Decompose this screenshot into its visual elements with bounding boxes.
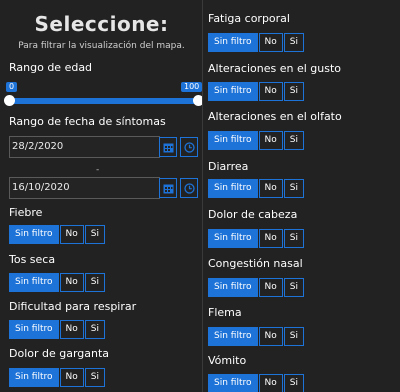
option-sin-filtro[interactable]: Sin filtro — [208, 33, 258, 52]
right-filter-column: Fatiga corporal Sin filtro No Si Alterac… — [203, 0, 400, 392]
option-sin-filtro[interactable]: Sin filtro — [208, 229, 258, 248]
filter-label-vomito: Vómito — [208, 354, 247, 367]
filter-toggle-congestion-nasal: Sin filtro No Si — [208, 278, 305, 297]
option-no[interactable]: No — [258, 33, 283, 52]
filter-label-tos-seca: Tos seca — [9, 253, 56, 266]
option-si[interactable]: Si — [84, 273, 105, 292]
end-date-input[interactable]: 16/10/2020 — [9, 177, 160, 199]
filter-label-fatiga: Fatiga corporal — [208, 12, 290, 25]
option-no[interactable]: No — [258, 82, 283, 101]
start-date-input[interactable]: 28/2/2020 — [9, 136, 160, 158]
option-sin-filtro[interactable]: Sin filtro — [208, 278, 258, 297]
clock-icon — [183, 182, 195, 194]
symptom-date-label: Rango de fecha de síntomas — [9, 115, 166, 128]
filter-label-dolor-cabeza: Dolor de cabeza — [208, 208, 298, 221]
filter-toggle-dificultad-respirar: Sin filtro No Si — [9, 320, 106, 339]
start-calendar-button[interactable] — [159, 137, 177, 157]
option-si[interactable]: Si — [283, 33, 304, 52]
filter-panel: Seleccione: Para filtrar la visualizació… — [0, 0, 400, 392]
end-clock-button[interactable] — [180, 178, 198, 198]
age-min-badge: 0 — [6, 82, 18, 92]
option-no[interactable]: No — [59, 320, 84, 339]
age-min-handle[interactable] — [4, 95, 15, 106]
option-no[interactable]: No — [59, 225, 84, 244]
option-no[interactable]: No — [258, 327, 283, 346]
option-no[interactable]: No — [59, 273, 84, 292]
option-si[interactable]: Si — [283, 131, 304, 150]
age-range-label: Rango de edad — [9, 61, 93, 74]
filter-label-olfato: Alteraciones en el olfato — [208, 110, 342, 123]
option-no[interactable]: No — [258, 374, 283, 392]
filter-toggle-flema: Sin filtro No Si — [208, 327, 305, 346]
filter-label-flema: Flema — [208, 306, 242, 319]
option-si[interactable]: Si — [283, 179, 304, 198]
option-si[interactable]: Si — [283, 374, 304, 392]
option-no[interactable]: No — [258, 229, 283, 248]
age-range-slider[interactable] — [9, 98, 199, 104]
option-si[interactable]: Si — [84, 225, 105, 244]
option-sin-filtro[interactable]: Sin filtro — [208, 374, 258, 392]
filter-toggle-olfato: Sin filtro No Si — [208, 131, 305, 150]
filter-toggle-gusto: Sin filtro No Si — [208, 82, 305, 101]
filter-label-dificultad-respirar: Dificultad para respirar — [9, 300, 137, 313]
option-sin-filtro[interactable]: Sin filtro — [9, 368, 59, 387]
age-max-badge: 100 — [181, 82, 202, 92]
option-no[interactable]: No — [258, 131, 283, 150]
option-si[interactable]: Si — [84, 320, 105, 339]
option-sin-filtro[interactable]: Sin filtro — [208, 131, 258, 150]
date-range-separator: - — [96, 165, 100, 175]
option-sin-filtro[interactable]: Sin filtro — [9, 273, 59, 292]
filter-toggle-fatiga: Sin filtro No Si — [208, 33, 305, 52]
option-sin-filtro[interactable]: Sin filtro — [208, 82, 258, 101]
option-no[interactable]: No — [258, 179, 283, 198]
clock-icon — [183, 141, 195, 153]
option-si[interactable]: Si — [283, 229, 304, 248]
filter-toggle-vomito: Sin filtro No Si — [208, 374, 305, 392]
filter-label-gusto: Alteraciones en el gusto — [208, 62, 342, 75]
end-calendar-button[interactable] — [159, 178, 177, 198]
option-no[interactable]: No — [258, 278, 283, 297]
filter-toggle-fiebre: Sin filtro No Si — [9, 225, 106, 244]
option-sin-filtro[interactable]: Sin filtro — [208, 327, 258, 346]
filter-label-fiebre: Fiebre — [9, 206, 43, 219]
filter-label-dolor-garganta: Dolor de garganta — [9, 347, 110, 360]
age-max-handle[interactable] — [193, 95, 202, 106]
option-sin-filtro[interactable]: Sin filtro — [9, 320, 59, 339]
option-si[interactable]: Si — [283, 278, 304, 297]
option-sin-filtro[interactable]: Sin filtro — [9, 225, 59, 244]
option-si[interactable]: Si — [283, 327, 304, 346]
filter-toggle-dolor-cabeza: Sin filtro No Si — [208, 229, 305, 248]
calendar-icon — [163, 184, 173, 193]
start-clock-button[interactable] — [180, 137, 198, 157]
filter-toggle-tos-seca: Sin filtro No Si — [9, 273, 106, 292]
option-no[interactable]: No — [59, 368, 84, 387]
option-si[interactable]: Si — [84, 368, 105, 387]
panel-subtitle: Para filtrar la visualización del mapa. — [18, 41, 185, 51]
filter-toggle-diarrea: Sin filtro No Si — [208, 179, 305, 198]
option-sin-filtro[interactable]: Sin filtro — [208, 179, 258, 198]
filter-label-congestion-nasal: Congestión nasal — [208, 257, 303, 270]
calendar-icon — [163, 143, 173, 152]
option-si[interactable]: Si — [283, 82, 304, 101]
filter-label-diarrea: Diarrea — [208, 160, 249, 173]
left-filter-column: Seleccione: Para filtrar la visualizació… — [0, 0, 203, 392]
filter-toggle-dolor-garganta: Sin filtro No Si — [9, 368, 106, 387]
panel-title: Seleccione: — [34, 12, 169, 36]
